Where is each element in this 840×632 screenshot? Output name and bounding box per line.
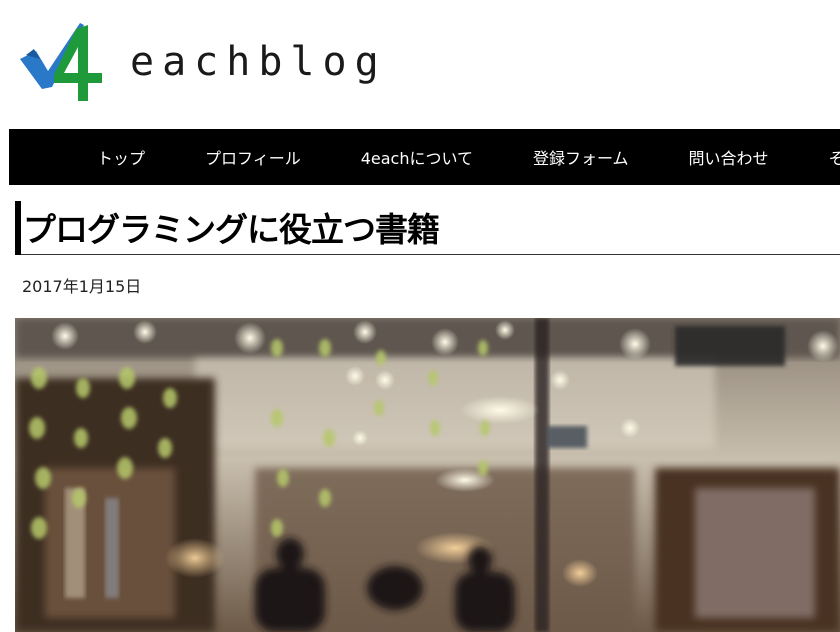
title-accent-bar (15, 201, 21, 255)
post-date: 2017年1月15日 (22, 277, 142, 296)
nav-item-about[interactable]: 4eachについて (361, 145, 473, 169)
hero-bookstore-photo (15, 318, 840, 632)
nav-item-contact[interactable]: 問い合わせ (689, 145, 769, 169)
global-nav: トップ プロフィール 4eachについて 登録フォーム 問い合わせ そ (9, 129, 840, 185)
nav-item-top[interactable]: トップ (97, 145, 145, 169)
nav-item-profile[interactable]: プロフィール (205, 145, 301, 169)
post-hero-image (15, 318, 840, 632)
site-header: eachblog (0, 0, 840, 128)
site-logo[interactable]: eachblog (18, 14, 398, 104)
site-name: eachblog (130, 39, 387, 85)
nav-item-other[interactable]: そ (829, 145, 840, 169)
post-title-block: プログラミングに役立つ書籍 (15, 201, 840, 255)
nav-item-register[interactable]: 登録フォーム (533, 145, 629, 169)
logo-mark-icon (20, 23, 102, 101)
post-title: プログラミングに役立つ書籍 (23, 210, 440, 249)
